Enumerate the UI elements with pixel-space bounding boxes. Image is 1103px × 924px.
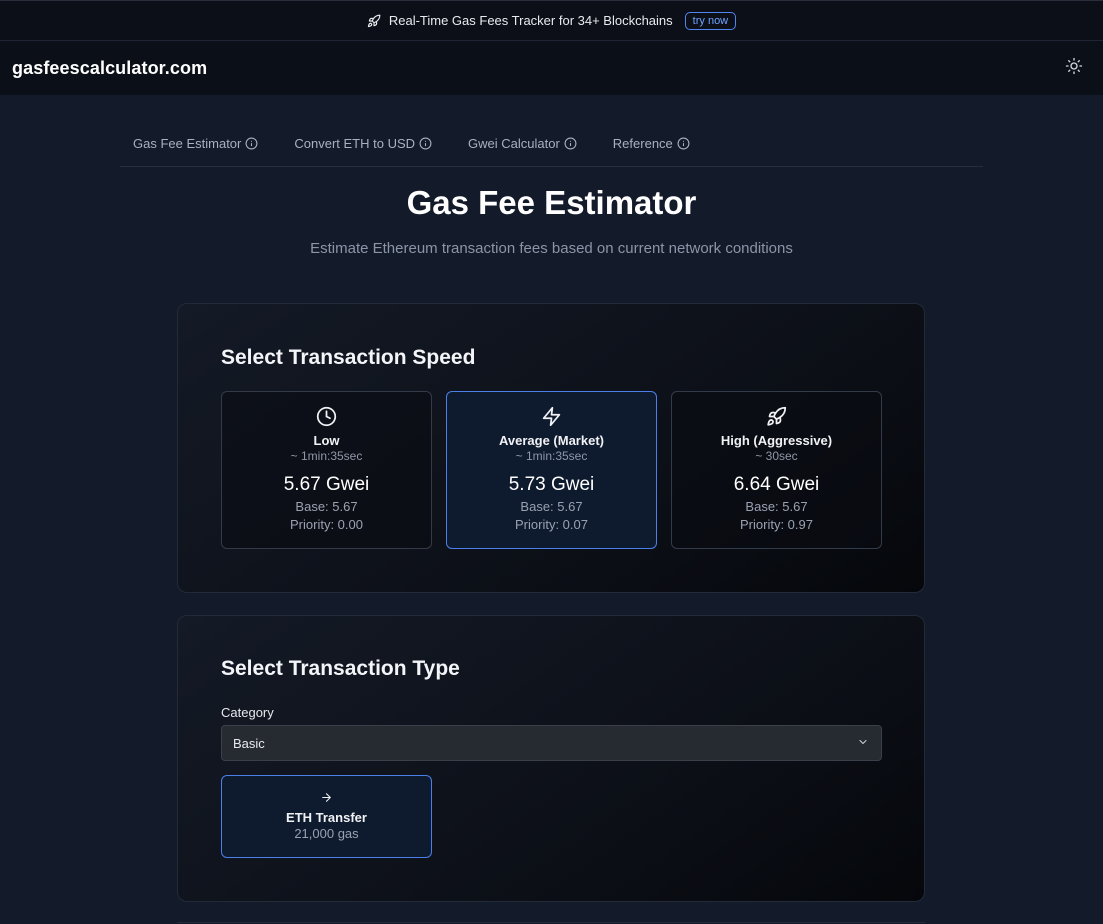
tab-gwei-calculator[interactable]: Gwei Calculator	[468, 128, 577, 158]
tab-label: Gas Fee Estimator	[133, 135, 242, 151]
sun-icon	[1065, 57, 1083, 80]
tx-name: ETH Transfer	[286, 810, 367, 825]
speed-gwei: 5.73 Gwei	[508, 474, 595, 495]
speed-priority: Priority: 0.00	[290, 517, 363, 532]
clock-icon	[222, 406, 431, 428]
speed-option-average[interactable]: Average (Market) ~ 1min:35sec 5.73 Gwei …	[446, 391, 657, 549]
page-subtitle: Estimate Ethereum transaction fees based…	[310, 240, 793, 257]
speed-gwei: 6.64 Gwei	[733, 474, 820, 495]
category-label: Category	[221, 705, 274, 720]
info-icon[interactable]	[245, 137, 258, 150]
speed-priority: Priority: 0.97	[740, 517, 813, 532]
speed-gwei: 5.67 Gwei	[283, 474, 370, 495]
speed-base: Base: 5.67	[295, 499, 358, 514]
rocket-icon	[367, 14, 381, 28]
speed-time: ~ 1min:35sec	[290, 449, 363, 463]
transaction-speed-card: Select Transaction Speed Low ~ 1min:35se…	[177, 303, 925, 593]
arrow-right-icon	[222, 791, 431, 805]
tx-option-eth-transfer[interactable]: ETH Transfer 21,000 gas	[221, 775, 432, 858]
speed-base: Base: 5.67	[745, 499, 808, 514]
category-value: Basic	[233, 735, 265, 751]
tab-gas-fee-estimator[interactable]: Gas Fee Estimator	[133, 128, 258, 158]
info-icon[interactable]	[677, 137, 690, 150]
speed-name: High (Aggressive)	[720, 433, 833, 448]
category-select[interactable]: Basic	[221, 725, 882, 761]
type-section-title: Select Transaction Type	[221, 657, 460, 680]
info-icon[interactable]	[564, 137, 577, 150]
tab-label: Convert ETH to USD	[294, 135, 416, 151]
speed-time: ~ 1min:35sec	[515, 449, 588, 463]
announcement-text: Real-Time Gas Fees Tracker for 34+ Block…	[388, 13, 673, 28]
speed-option-low[interactable]: Low ~ 1min:35sec 5.67 Gwei Base: 5.67 Pr…	[221, 391, 432, 549]
tab-convert-eth-to-usd[interactable]: Convert ETH to USD	[294, 128, 432, 158]
theme-toggle-button[interactable]	[1064, 57, 1084, 80]
speed-name: Low	[313, 433, 340, 448]
lightning-icon	[447, 406, 656, 428]
speed-option-high[interactable]: High (Aggressive) ~ 30sec 6.64 Gwei Base…	[671, 391, 882, 549]
site-logo[interactable]: gasfeescalculator.com	[12, 58, 207, 79]
info-icon[interactable]	[419, 137, 432, 150]
tx-gas: 21,000 gas	[294, 826, 359, 841]
speed-base: Base: 5.67	[520, 499, 583, 514]
try-now-button[interactable]: try now	[684, 11, 737, 30]
tool-tabs: Gas Fee Estimator Convert ETH to USD Gwe…	[120, 128, 983, 167]
tab-label: Gwei Calculator	[468, 135, 560, 151]
rocket-icon	[672, 406, 881, 428]
transaction-type-card: Select Transaction Type Category Basic E…	[177, 615, 925, 902]
site-header: gasfeescalculator.com	[0, 41, 1103, 95]
tab-label: Reference	[612, 135, 673, 151]
speed-priority: Priority: 0.07	[515, 517, 588, 532]
speed-name: Average (Market)	[498, 433, 604, 448]
announcement-bar: Real-Time Gas Fees Tracker for 34+ Block…	[0, 0, 1103, 41]
speed-section-title: Select Transaction Speed	[221, 346, 476, 369]
tab-reference[interactable]: Reference	[613, 128, 690, 158]
speed-time: ~ 30sec	[755, 449, 798, 463]
page-title: Gas Fee Estimator	[406, 184, 697, 221]
chevron-down-icon	[857, 736, 869, 751]
